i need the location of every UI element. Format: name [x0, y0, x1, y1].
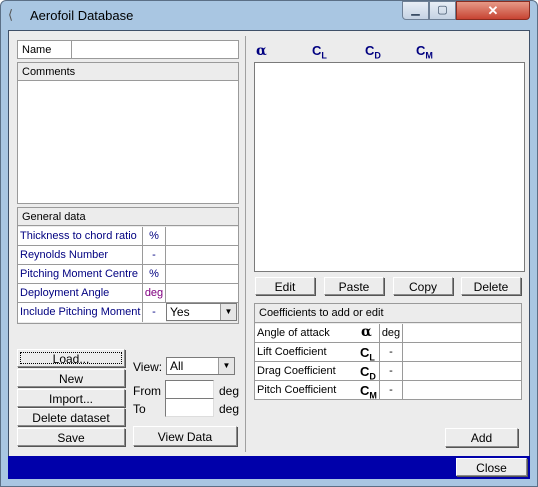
name-label: Name	[22, 44, 52, 56]
name-row: Name	[17, 40, 239, 59]
deployment-input[interactable]	[166, 284, 238, 302]
row-thickness: Thickness to chord ratio %	[18, 227, 238, 246]
row-pitching-centre: Pitching Moment Centre %	[18, 265, 238, 284]
alpha-symbol: α	[361, 324, 372, 340]
coeffs-header: Coefficients to add or edit	[255, 304, 521, 323]
lift-unit: -	[389, 346, 393, 358]
thickness-label: Thickness to chord ratio	[20, 230, 137, 242]
comments-header: Comments	[18, 63, 238, 81]
from-input[interactable]	[165, 380, 214, 399]
deployment-label: Deployment Angle	[20, 287, 110, 299]
include-pitching-select[interactable]: Yes ▼	[166, 303, 237, 321]
coeffs-group: Coefficients to add or edit Angle of att…	[254, 303, 522, 401]
cl-header: CL	[312, 43, 327, 61]
pitch-input[interactable]	[403, 381, 521, 399]
lift-label: Lift Coefficient	[257, 346, 327, 358]
row-angle-of-attack: Angle of attack α deg	[255, 324, 521, 343]
row-include-pitching: Include Pitching Moment -	[18, 303, 166, 322]
close-button[interactable]: Close	[456, 458, 527, 476]
view-label: View:	[133, 360, 163, 374]
panel-divider	[245, 36, 246, 452]
cd-symbol: CD	[360, 364, 376, 382]
include-pitching-unit: -	[152, 306, 156, 318]
view-value: All	[170, 359, 184, 373]
window-title: Aerofoil Database	[30, 8, 134, 23]
general-data-header: General data	[18, 208, 238, 226]
load-button[interactable]: Load...	[17, 349, 125, 367]
cm-symbol: CM	[360, 383, 377, 401]
include-pitching-value: Yes	[170, 305, 190, 319]
cd-header: CD	[365, 43, 381, 61]
comments-group: Comments	[17, 62, 239, 204]
title-bar[interactable]: ⟨ Aerofoil Database ▁ ▢ ✕	[0, 0, 538, 30]
copy-button[interactable]: Copy	[393, 277, 453, 295]
general-data-label: General data	[22, 211, 86, 223]
add-button[interactable]: Add	[445, 428, 518, 447]
deployment-unit: deg	[144, 287, 164, 299]
reynolds-unit: -	[152, 249, 156, 261]
row-pitch: Pitch Coefficient CM -	[255, 381, 521, 401]
reynolds-label: Reynolds Number	[20, 249, 109, 261]
thickness-unit: %	[149, 230, 159, 242]
from-label: From	[133, 384, 161, 398]
window-close-button[interactable]: ✕	[456, 1, 530, 20]
aoa-unit: deg	[381, 327, 401, 339]
pitching-centre-unit: %	[149, 268, 159, 280]
comments-textarea[interactable]	[18, 82, 238, 203]
thickness-input[interactable]	[166, 227, 238, 245]
view-data-button[interactable]: View Data	[133, 426, 237, 446]
include-pitching-label: Include Pitching Moment	[20, 306, 141, 318]
view-select[interactable]: All ▼	[166, 357, 235, 375]
to-label: To	[133, 402, 146, 416]
edit-button[interactable]: Edit	[255, 277, 315, 295]
to-unit: deg	[219, 402, 240, 416]
lift-input[interactable]	[403, 343, 521, 361]
row-deployment: Deployment Angle deg	[18, 284, 238, 303]
aoa-input[interactable]	[403, 324, 521, 342]
app-icon: ⟨	[8, 7, 14, 22]
chevron-down-icon[interactable]: ▼	[218, 358, 234, 374]
row-drag: Drag Coefficient CD -	[255, 362, 521, 382]
new-button[interactable]: New	[17, 369, 125, 387]
drag-label: Drag Coefficient	[257, 365, 336, 377]
delete-button[interactable]: Delete	[461, 277, 521, 295]
from-unit: deg	[219, 384, 240, 398]
row-reynolds: Reynolds Number -	[18, 246, 238, 265]
coeffs-header-label: Coefficients to add or edit	[259, 307, 384, 319]
chevron-down-icon[interactable]: ▼	[220, 304, 236, 320]
row-lift: Lift Coefficient CL -	[255, 343, 521, 363]
delete-dataset-button[interactable]: Delete dataset	[17, 408, 125, 426]
pitch-label: Pitch Coefficient	[257, 384, 337, 396]
comments-label: Comments	[22, 66, 76, 78]
alpha-header: α	[256, 43, 267, 59]
drag-input[interactable]	[403, 362, 521, 380]
import-button[interactable]: Import...	[17, 389, 125, 407]
cm-header: CM	[416, 43, 433, 61]
save-button[interactable]: Save	[17, 428, 125, 446]
aoa-label: Angle of attack	[257, 327, 330, 339]
cl-symbol: CL	[360, 345, 375, 363]
name-input[interactable]	[72, 41, 238, 58]
coefficients-table[interactable]	[254, 62, 525, 272]
paste-button[interactable]: Paste	[324, 277, 384, 295]
maximize-button[interactable]: ▢	[429, 1, 456, 20]
minimize-button[interactable]: ▁	[402, 1, 429, 20]
to-input[interactable]	[165, 398, 214, 417]
pitch-unit: -	[389, 384, 393, 396]
drag-unit: -	[389, 365, 393, 377]
status-bar	[8, 456, 530, 479]
pitching-centre-input[interactable]	[166, 265, 238, 283]
pitching-centre-label: Pitching Moment Centre	[20, 268, 138, 280]
reynolds-input[interactable]	[166, 246, 238, 264]
